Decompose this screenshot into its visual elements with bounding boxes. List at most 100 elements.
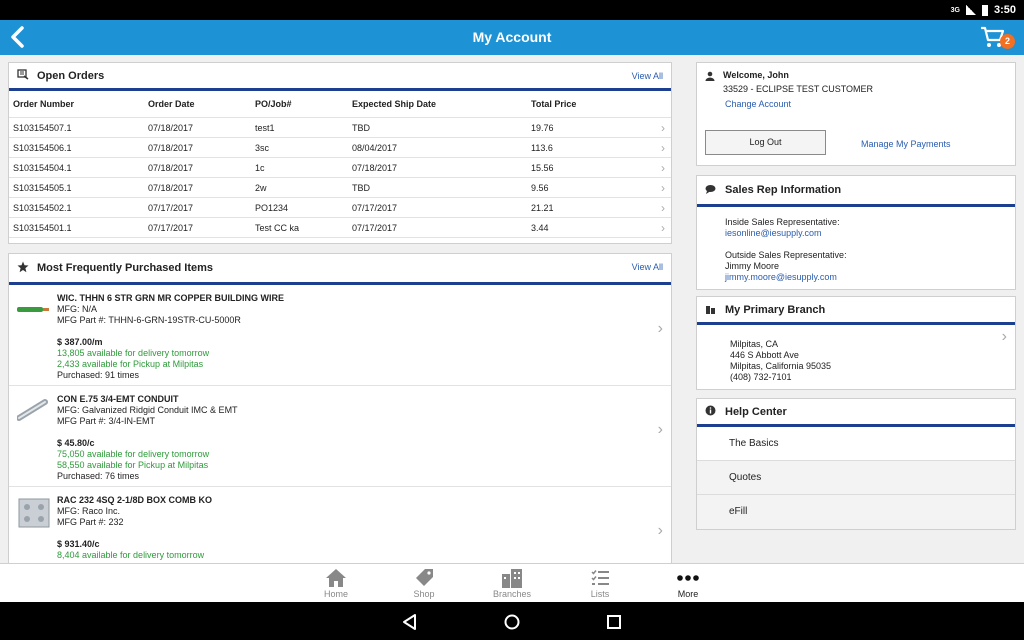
product-price: $ 931.40/c xyxy=(57,539,100,549)
back-triangle-icon[interactable] xyxy=(399,611,421,633)
tab-label: Home xyxy=(323,589,348,599)
tab-lists[interactable]: Lists xyxy=(570,567,630,599)
orders-table-header: Order Number Order Date PO/Job# Expected… xyxy=(9,91,671,118)
order-po: 1c xyxy=(251,157,348,178)
help-center-title: Help Center xyxy=(725,405,787,418)
more-dots-icon xyxy=(658,567,718,589)
product-price: $ 387.00/m xyxy=(57,337,103,347)
order-number: S103154504.1 xyxy=(9,157,144,178)
chevron-right-icon: › xyxy=(651,217,671,238)
order-number: S103154501.1 xyxy=(9,217,144,238)
chevron-right-icon: › xyxy=(657,421,663,438)
order-date: 07/17/2017 xyxy=(144,217,251,238)
open-orders-view-all-link[interactable]: View All xyxy=(632,71,663,81)
help-item-quotes[interactable]: Quotes xyxy=(697,461,1015,495)
order-row[interactable]: S103154506.1 07/18/2017 3sc 08/04/2017 1… xyxy=(9,137,671,158)
product-price: $ 45.80/c xyxy=(57,438,95,448)
product-item[interactable]: RAC 232 4SQ 2-1/8D BOX COMB KO MFG: Raco… xyxy=(9,487,671,563)
home-icon xyxy=(306,567,366,589)
order-row[interactable]: S103154507.1 07/18/2017 test1 TBD 19.76 … xyxy=(9,117,671,138)
tab-branches[interactable]: Branches xyxy=(482,567,542,599)
outside-sales-email-link[interactable]: jimmy.moore@iesupply.com xyxy=(725,272,837,283)
branch-phone: (408) 732-7101 xyxy=(730,372,792,382)
product-delivery-availability: 75,050 available for delivery tomorrow xyxy=(57,449,210,459)
order-date: 07/18/2017 xyxy=(144,177,251,198)
product-name: RAC 232 4SQ 2-1/8D BOX COMB KO xyxy=(57,495,213,505)
chevron-right-icon: › xyxy=(657,320,663,337)
network-indicator: 3G xyxy=(950,6,960,14)
open-orders-header: Open Orders View All xyxy=(9,63,671,91)
order-po: test1 xyxy=(251,117,348,138)
order-total: 21.21 xyxy=(527,197,651,218)
chat-icon xyxy=(705,184,719,196)
frequent-items-title: Most Frequently Purchased Items xyxy=(37,262,214,274)
chevron-right-icon: › xyxy=(1001,328,1007,345)
info-icon xyxy=(705,405,719,418)
status-time: 3:50 xyxy=(993,4,1016,16)
chevron-right-icon: › xyxy=(657,522,663,539)
product-delivery-availability: 8,404 available for delivery tomorrow xyxy=(57,550,205,560)
col-total-price: Total Price xyxy=(527,91,651,118)
sales-rep-panel: Sales Rep Information Inside Sales Repre… xyxy=(696,175,1016,290)
user-icon xyxy=(705,71,715,84)
inside-sales-email-link[interactable]: iesonline@iesupply.com xyxy=(725,228,822,239)
chevron-right-icon: › xyxy=(651,157,671,178)
battery-icon xyxy=(981,4,988,16)
app-bar: My Account 2 xyxy=(0,20,1024,55)
product-pickup-availability: 58,550 available for Pickup at Milpitas xyxy=(57,460,209,470)
order-row[interactable]: S103154502.1 07/17/2017 PO1234 07/17/201… xyxy=(9,197,671,218)
tab-shop[interactable]: Shop xyxy=(394,567,454,599)
recents-square-icon[interactable] xyxy=(603,611,625,633)
outside-sales-label: Outside Sales Representative: xyxy=(725,250,847,260)
product-mfg: MFG: Raco Inc. xyxy=(57,506,121,516)
help-item-efill[interactable]: eFill xyxy=(697,495,1015,529)
wire-image xyxy=(17,295,51,325)
open-orders-title: Open Orders xyxy=(37,69,105,82)
order-date: 07/18/2017 xyxy=(144,157,251,178)
junction-box-image xyxy=(17,497,51,528)
tab-home[interactable]: Home xyxy=(306,567,366,599)
system-nav-bar xyxy=(0,602,1024,640)
product-item[interactable]: WIC. THHN 6 STR GRN MR COPPER BUILDING W… xyxy=(9,285,671,386)
product-delivery-availability: 13,805 available for delivery tomorrow xyxy=(57,348,210,358)
tab-label: Shop xyxy=(413,589,435,599)
primary-branch-title: My Primary Branch xyxy=(725,303,826,316)
product-name: WIC. THHN 6 STR GRN MR COPPER BUILDING W… xyxy=(57,293,284,303)
branch-city: Milpitas, CA xyxy=(730,339,779,349)
order-ship-date: 08/04/2017 xyxy=(348,137,527,158)
help-item-the-basics[interactable]: The Basics xyxy=(697,427,1015,461)
sales-rep-header: Sales Rep Information xyxy=(697,176,1015,207)
order-row[interactable]: S103154504.1 07/18/2017 1c 07/18/2017 15… xyxy=(9,157,671,178)
order-row[interactable]: S103154505.1 07/18/2017 2w TBD 9.56 › xyxy=(9,177,671,198)
order-number: S103154502.1 xyxy=(9,197,144,218)
bottom-tab-bar: Home Shop Branches Lists More xyxy=(0,563,1024,602)
branch-details[interactable]: Milpitas, CA 446 S Abbott Ave Milpitas, … xyxy=(697,328,1015,388)
chevron-right-icon: › xyxy=(651,137,671,158)
order-number: S103154506.1 xyxy=(9,137,144,158)
log-out-button[interactable]: Log Out xyxy=(705,130,826,155)
tag-icon xyxy=(394,567,454,589)
order-total: 9.56 xyxy=(527,177,651,198)
list-icon xyxy=(570,567,630,589)
product-part: MFG Part #: 232 xyxy=(57,517,124,527)
product-item[interactable]: CON E.75 3/4-EMT CONDUIT MFG: Galvanized… xyxy=(9,386,671,487)
order-row[interactable]: S103154501.1 07/17/2017 Test CC ka 07/17… xyxy=(9,217,671,238)
branch-street: 446 S Abbott Ave xyxy=(730,350,799,360)
order-date: 07/18/2017 xyxy=(144,117,251,138)
home-circle-icon[interactable] xyxy=(501,611,523,633)
order-po: 2w xyxy=(251,177,348,198)
star-icon xyxy=(17,261,31,275)
status-bar: 3G 3:50 xyxy=(0,0,1024,20)
tab-more[interactable]: More xyxy=(658,567,718,599)
manage-payments-link[interactable]: Manage My Payments xyxy=(861,139,951,150)
order-ship-date: 07/18/2017 xyxy=(348,157,527,178)
orders-table: Order Number Order Date PO/Job# Expected… xyxy=(9,91,671,238)
frequent-items-view-all-link[interactable]: View All xyxy=(632,262,663,272)
order-total: 3.44 xyxy=(527,217,651,238)
outside-sales-name: Jimmy Moore xyxy=(725,261,780,271)
product-purchased-count: Purchased: 76 times xyxy=(57,471,140,481)
change-account-link[interactable]: Change Account xyxy=(725,99,791,110)
order-date: 07/17/2017 xyxy=(144,197,251,218)
order-total: 19.76 xyxy=(527,117,651,138)
inside-sales-label: Inside Sales Representative: xyxy=(725,217,840,227)
